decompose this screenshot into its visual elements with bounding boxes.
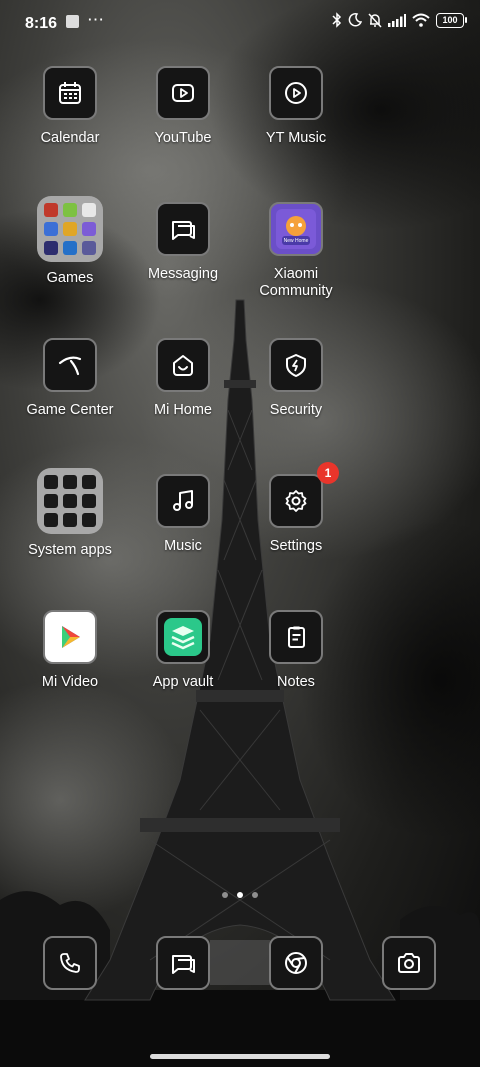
signal-icon [388,13,406,27]
app-label-app-vault: App vault [152,674,214,690]
dock-chrome[interactable] [269,936,323,990]
settings-icon: 1 [269,462,339,528]
app-app-vault[interactable]: App vault [126,610,240,691]
security-icon [269,338,323,392]
app-label-yt-music: YT Music [265,130,327,146]
page-dot [222,892,228,898]
music-icon [156,474,210,528]
moon-icon [348,13,362,27]
dock-camera[interactable] [382,936,436,990]
app-label-xiaomi-community: Xiaomi Community [259,266,333,299]
app-label-security: Security [269,402,323,418]
camera-icon [382,936,436,990]
app-youtube[interactable]: YouTube [126,66,240,147]
app-calendar[interactable]: Calendar [13,66,127,147]
mi-home-icon [156,338,210,392]
page-dot [252,892,258,898]
app-yt-music[interactable]: YT Music [239,66,353,147]
dock-messaging[interactable] [156,936,210,990]
chrome-icon [269,936,323,990]
app-xiaomi-community[interactable]: New Home Xiaomi Community [239,202,353,300]
app-mi-video[interactable]: Mi Video [13,610,127,691]
notification-badge: 1 [317,462,339,484]
folder-system-apps[interactable]: System apps [13,468,127,559]
app-label-games: Games [46,270,94,286]
app-notes[interactable]: Notes [239,610,353,691]
app-messaging[interactable]: Messaging [126,202,240,283]
app-label-mi-home: Mi Home [153,402,212,418]
app-label-calendar: Calendar [40,130,100,146]
bluetooth-icon [332,12,342,28]
phone-icon [43,936,97,990]
page-indicator [0,892,480,898]
app-label-notes: Notes [277,674,315,690]
app-label-messaging: Messaging [147,266,219,282]
app-label-youtube: YouTube [154,130,212,146]
app-game-center[interactable]: Game Center [13,338,127,419]
app-label-settings: Settings [269,538,323,554]
app-label-music: Music [164,538,202,554]
home-indicator-bar[interactable] [150,1054,330,1059]
games-folder-icon [37,196,103,262]
calendar-icon [43,66,97,120]
app-security[interactable]: Security [239,338,353,419]
notes-icon [269,610,323,664]
mi-video-icon [43,610,97,664]
bell-off-icon [368,12,382,28]
status-time: 8:16 [25,15,58,32]
app-settings[interactable]: 1 Settings [239,462,353,555]
game-center-icon [43,338,97,392]
messaging-icon [156,936,210,990]
dock-phone[interactable] [43,936,97,990]
wifi-icon [412,13,430,27]
app-music[interactable]: Music [126,474,240,555]
app-mi-home[interactable]: Mi Home [126,338,240,419]
notification-icon [66,15,79,28]
battery-level: 100 [442,15,458,25]
system-apps-folder-icon [37,468,103,534]
app-label-system-apps: System apps [28,542,112,558]
app-vault-icon [156,610,210,664]
folder-games[interactable]: Games [13,196,127,287]
status-icons: 100 [332,12,467,28]
page-dot-active [237,892,243,898]
xiaomi-community-icon: New Home [269,202,323,256]
battery-icon: 100 [436,12,467,28]
yt-music-icon [269,66,323,120]
status-bar: 8:16 ⋯ 100 [0,0,480,46]
app-label-mi-video: Mi Video [41,674,99,690]
messaging-icon [156,202,210,256]
more-notifications-icon: ⋯ [87,10,105,29]
app-label-game-center: Game Center [26,402,114,418]
xiaomi-icon-text: New Home [283,238,309,244]
youtube-icon [156,66,210,120]
